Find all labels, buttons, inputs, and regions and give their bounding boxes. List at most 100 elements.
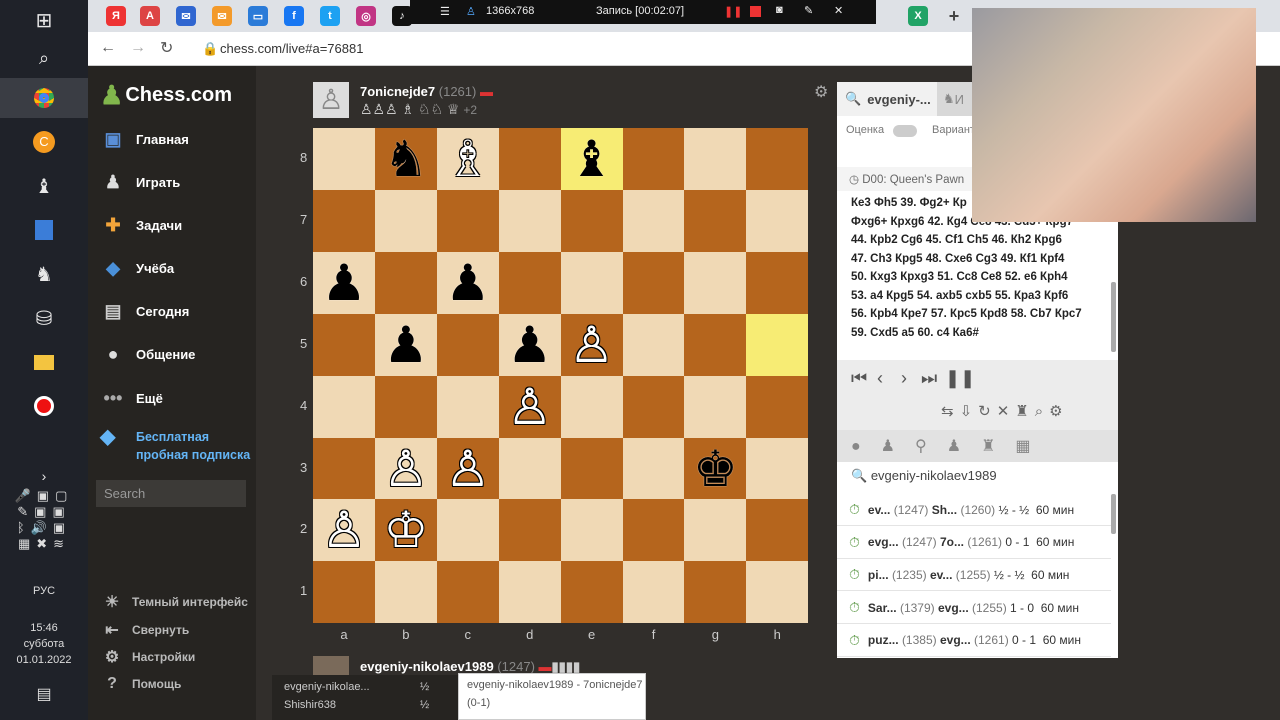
chat-tab-icon[interactable]: ▭	[248, 6, 268, 26]
avatar[interactable]: ♙	[313, 82, 349, 118]
free-trial-link[interactable]: ◆ Бесплатная пробная подписка	[100, 427, 250, 464]
eval-toggle[interactable]	[893, 125, 917, 137]
square-h4[interactable]	[746, 375, 809, 438]
stop-icon[interactable]	[750, 6, 761, 17]
pause-icon[interactable]: ❚❚	[945, 368, 975, 389]
square-h8[interactable]	[746, 128, 809, 190]
piece-d4[interactable]: ♙	[507, 382, 552, 432]
square-a3[interactable]	[313, 437, 375, 500]
move-line[interactable]: 47. Сh3 Крg5 48. Сxе6 Сg3 49. Кf1 Крf4	[851, 250, 1111, 269]
square-g1[interactable]	[684, 561, 747, 624]
square-a4[interactable]	[313, 375, 375, 438]
square-e7[interactable]	[560, 189, 623, 252]
square-a1[interactable]	[313, 561, 375, 624]
search-icon[interactable]: ⌕	[20, 38, 68, 78]
square-g4[interactable]	[684, 375, 747, 438]
square-b8[interactable]: ♞	[374, 128, 437, 190]
square-h7[interactable]	[746, 189, 809, 252]
square-f5[interactable]	[622, 313, 685, 376]
reload-icon[interactable]: ↻	[160, 38, 173, 58]
notification-icon[interactable]: ▤	[0, 684, 88, 704]
square-b2[interactable]: ♔	[374, 499, 437, 562]
square-c4[interactable]	[436, 375, 499, 438]
square-f6[interactable]	[622, 251, 685, 314]
square-g2[interactable]	[684, 499, 747, 562]
new-tab-icon[interactable]: +	[944, 6, 964, 26]
game-row[interactable]: ⏱ ev... (1247) Sh... (1260) ½ - ½ 60 мин	[837, 494, 1111, 526]
square-a6[interactable]: ♟	[313, 251, 375, 314]
excel-tab-icon[interactable]: X	[908, 6, 928, 26]
square-d3[interactable]	[498, 437, 561, 500]
chess-app-icon[interactable]: ♝	[20, 166, 68, 206]
collapse-button[interactable]: ⇤ Свернуть	[102, 620, 189, 640]
nav-today[interactable]: ▤ Сегодня	[100, 296, 189, 326]
url-field[interactable]: 🔒 chess.com/live#a=76881	[196, 38, 996, 60]
close-icon[interactable]: ✕	[834, 4, 843, 17]
square-b4[interactable]	[374, 375, 437, 438]
board-settings-icon[interactable]: ⚙	[814, 82, 828, 102]
search-input[interactable]: Search	[96, 480, 246, 507]
square-d6[interactable]	[498, 251, 561, 314]
square-h5[interactable]	[746, 313, 809, 376]
nav-more[interactable]: ••• Ещё	[100, 383, 163, 413]
square-c7[interactable]	[436, 189, 499, 252]
yandex-tab-icon[interactable]: Я	[106, 6, 126, 26]
square-f7[interactable]	[622, 189, 685, 252]
dark-mode-toggle[interactable]: ☀ Темный интерфейс	[102, 592, 248, 612]
clock-time[interactable]: 15:46	[0, 622, 88, 634]
piece-c6[interactable]: ♟	[445, 258, 490, 308]
piece-c3[interactable]: ♙	[445, 444, 490, 494]
piece-g3[interactable]: ♚	[693, 444, 738, 494]
chess-logo[interactable]: ♟ Chess.com	[100, 80, 232, 111]
game-row[interactable]: ⏱ Sar... (1379) evg... (1255) 1 - 0 60 ми…	[837, 592, 1111, 625]
tiktok-tab-icon[interactable]: ♪	[392, 6, 412, 26]
square-h6[interactable]	[746, 251, 809, 314]
pen-icon[interactable]: ✎	[804, 4, 813, 17]
square-c8[interactable]: ♗	[436, 128, 499, 190]
nav-home[interactable]: ▣ Главная	[100, 124, 188, 154]
square-h2[interactable]	[746, 499, 809, 562]
camera-icon[interactable]: ◙	[776, 4, 783, 16]
app-c-icon[interactable]: C	[20, 122, 68, 162]
language-indicator[interactable]: РУС	[0, 585, 88, 597]
game-row[interactable]: ⏱ puz... (1385) evg... (1261) 0 - 1 60 ми…	[837, 625, 1111, 657]
calculator-icon[interactable]	[20, 210, 68, 250]
folder-icon[interactable]	[20, 342, 68, 382]
back-icon[interactable]: ←	[100, 39, 116, 57]
square-b5[interactable]: ♟	[374, 313, 437, 376]
square-d5[interactable]: ♟	[498, 313, 561, 376]
square-c2[interactable]	[436, 499, 499, 562]
windows-start-icon[interactable]: ⊞	[20, 0, 68, 40]
chrome-icon[interactable]	[0, 78, 88, 118]
forward-icon[interactable]: →	[130, 39, 146, 57]
prev-move-icon[interactable]: ‹	[877, 368, 883, 389]
nav-social[interactable]: ● Общение	[100, 339, 196, 369]
square-f4[interactable]	[622, 375, 685, 438]
facebook-tab-icon[interactable]: f	[284, 6, 304, 26]
piece-b2[interactable]: ♔	[383, 505, 428, 555]
twitter-tab-icon[interactable]: t	[320, 6, 340, 26]
square-b1[interactable]	[374, 561, 437, 624]
help-link[interactable]: ? Помощь	[102, 675, 181, 693]
piece-a6[interactable]: ♟	[322, 258, 367, 308]
square-e3[interactable]	[560, 437, 623, 500]
tray-icons[interactable]: 🎤▣▢ ✎▣▣ ᛒ🔊▣ ▦✖≋	[0, 488, 88, 552]
square-e6[interactable]	[560, 251, 623, 314]
square-e5[interactable]: ♙	[560, 313, 623, 376]
top-player-name[interactable]: 7onicnejde7 (1261) ▬	[360, 84, 493, 99]
chess-board[interactable]: ♞ ♗ ♝ ♟ ♟ ♟ ♟ ♙ ♙ ♙ ♙ ♚ ♙ ♔	[313, 128, 809, 624]
square-e4[interactable]	[560, 375, 623, 438]
square-g5[interactable]	[684, 313, 747, 376]
record-icon[interactable]	[20, 386, 68, 426]
move-line[interactable]: 53. а4 Крg5 54. аxb5 сxb5 55. Кра3 Крf6	[851, 287, 1111, 306]
settings-link[interactable]: ⚙ Настройки	[102, 647, 195, 667]
chess-knight-icon[interactable]: ♞	[20, 254, 68, 294]
player-search[interactable]: 🔍 evgeniy-nikolaev1989	[851, 468, 997, 484]
square-c5[interactable]	[436, 313, 499, 376]
piece-a2[interactable]: ♙	[322, 505, 367, 555]
square-a2[interactable]: ♙	[313, 499, 375, 562]
square-e8[interactable]: ♝	[560, 128, 623, 190]
nav-learn[interactable]: ◆ Учёба	[100, 253, 174, 283]
menu-icon[interactable]: ☰	[440, 5, 450, 18]
game-row[interactable]: ⏱ pi... (1235) ev... (1255) ½ - ½ 60 мин	[837, 559, 1111, 592]
